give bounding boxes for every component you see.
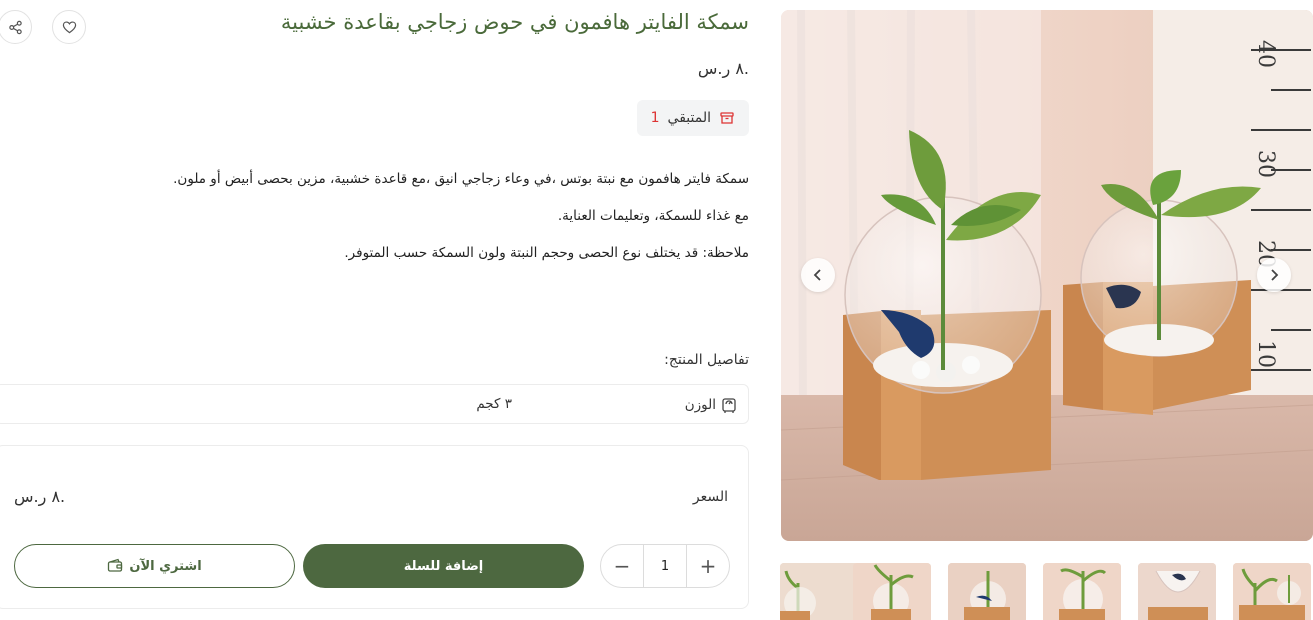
product-title: سمكة الفايتر هافمون في حوض زجاجي بقاعدة … [280,10,749,34]
product-photo: 40 30 20 10 [781,10,1313,541]
product-main-image[interactable]: 40 30 20 10 [781,10,1313,541]
weight-value: ٣ كجم [476,396,512,412]
weight-label: الوزن [685,396,738,414]
chevron-right-icon [1271,269,1279,281]
thumbnail[interactable] [1043,563,1121,620]
price-label: السعر [692,489,728,505]
share-icon [8,20,22,34]
thumbnail[interactable] [853,563,931,620]
quantity-input[interactable]: 1 [643,545,687,587]
thumbnail-strip [780,563,1313,620]
product-price: .٨ ر.س [697,59,749,78]
svg-text:10: 10 [1253,340,1278,368]
share-button[interactable] [0,10,32,44]
thumbnail[interactable] [1138,563,1216,620]
quantity-stepper: − 1 + [600,544,730,588]
svg-text:40: 40 [1253,40,1278,68]
buy-now-button[interactable]: اشتري الآن [14,544,295,588]
thumbnail[interactable] [948,563,1026,620]
price-value: .٨ ر.س [14,487,66,506]
description-line: سمكة فايتر هافمون مع نبتة بوتس ،في وعاء … [173,171,749,187]
scale-icon [722,398,736,413]
stock-badge: المتبقي 1 [636,100,749,136]
next-image-button[interactable] [1257,258,1291,292]
box-icon [720,112,734,124]
stock-count: 1 [650,110,660,126]
thumbnail[interactable] [780,563,858,620]
chevron-left-icon [813,269,821,281]
heart-icon [62,20,76,33]
stock-label: المتبقي [667,110,711,126]
increase-button[interactable]: + [687,545,729,587]
description-line: مع غذاء للسمكة، وتعليمات العناية. [557,208,749,224]
decrease-button[interactable]: − [601,545,643,587]
add-to-cart-button[interactable]: إضافة للسلة [303,544,584,588]
wallet-icon [108,558,123,572]
wishlist-button[interactable] [52,10,86,44]
buy-now-label: اشتري الآن [129,558,202,574]
buy-box: السعر .٨ ر.س − 1 + إضافة للسلة اشتري الآ… [0,445,749,609]
description-line: ملاحظة: قد يختلف نوع الحصى وحجم النبتة و… [344,245,749,261]
details-title: تفاصيل المنتج: [664,352,749,368]
details-row: الوزن ٣ كجم [0,384,749,424]
thumbnail[interactable] [1233,563,1311,620]
svg-text:30: 30 [1253,150,1278,178]
previous-image-button[interactable] [801,258,835,292]
